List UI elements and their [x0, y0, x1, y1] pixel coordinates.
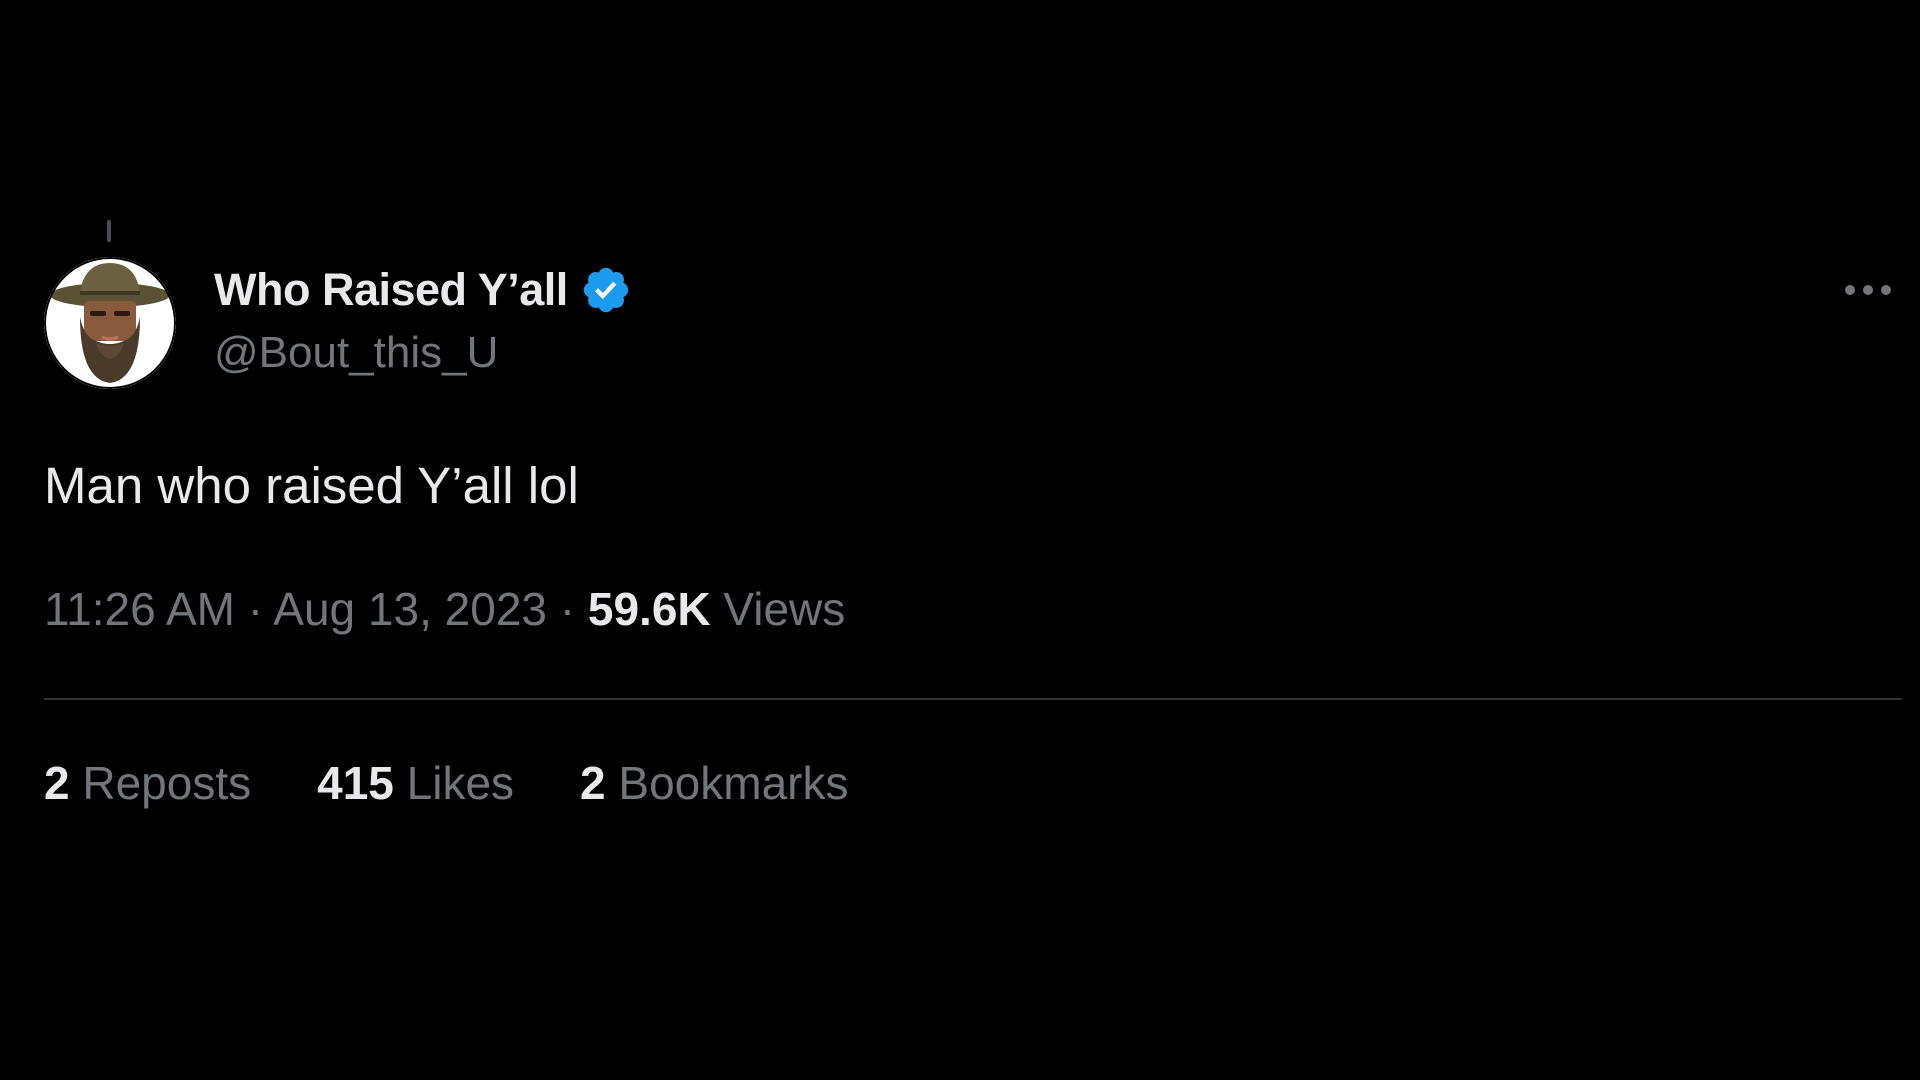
- tweet-meta-row: 11:26 AM · Aug 13, 2023 · 59.6K Views: [44, 582, 845, 636]
- tweet-detail-view: Who Raised Y’all @Bout_this_U Man who ra…: [0, 0, 1920, 1080]
- author-display-name[interactable]: Who Raised Y’all: [214, 264, 568, 316]
- tweet-time[interactable]: 11:26 AM: [44, 583, 235, 635]
- likes-label: Likes: [406, 757, 515, 809]
- likes-count: 415: [317, 757, 394, 809]
- reposts-stat[interactable]: 2 Reposts: [44, 756, 251, 810]
- likes-stat[interactable]: 415 Likes: [317, 756, 514, 810]
- bookmarks-count: 2: [580, 757, 606, 809]
- tweet-date[interactable]: Aug 13, 2023: [273, 583, 547, 635]
- more-options-button[interactable]: [1838, 270, 1898, 310]
- meta-separator: ·: [559, 583, 588, 635]
- avatar[interactable]: [44, 257, 176, 389]
- divider: [44, 698, 1902, 700]
- bookmarks-stat[interactable]: 2 Bookmarks: [580, 756, 848, 810]
- meta-separator: ·: [247, 583, 274, 635]
- author-handle[interactable]: @Bout_this_U: [214, 328, 498, 378]
- views-count: 59.6K: [587, 583, 711, 635]
- views-label: Views: [723, 583, 846, 635]
- tweet-text: Man who raised Y’all lol: [44, 457, 579, 514]
- reposts-count: 2: [44, 757, 70, 809]
- thread-connector-line: [107, 220, 111, 242]
- avatar-cartoon-hat-beard-icon: [44, 257, 176, 389]
- engagement-stats-row: 2 Reposts 415 Likes 2 Bookmarks: [44, 756, 915, 810]
- more-options-icon: [1845, 285, 1891, 295]
- verified-badge-icon[interactable]: [580, 264, 632, 316]
- reposts-label: Reposts: [82, 757, 252, 809]
- bookmarks-label: Bookmarks: [618, 757, 849, 809]
- author-name-row: Who Raised Y’all: [214, 262, 632, 318]
